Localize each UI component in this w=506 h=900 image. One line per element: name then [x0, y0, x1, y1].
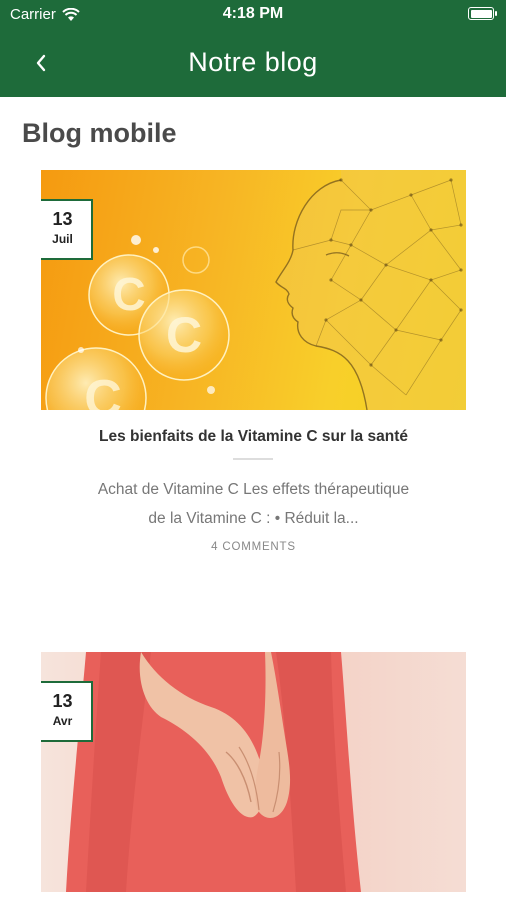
- excerpt-line: de la Vitamine C : • Réduit la...: [148, 510, 359, 527]
- date-badge: 13 Juil: [41, 199, 93, 260]
- pelvic-pain-illustration: [66, 652, 361, 892]
- svg-text:C: C: [84, 370, 122, 410]
- page-title: Notre blog: [188, 47, 318, 77]
- section-heading: Blog mobile: [22, 118, 177, 148]
- post-image[interactable]: 13 Avr: [41, 652, 466, 892]
- post-excerpt: Achat de Vitamine C Les effets thérapeut…: [31, 475, 476, 533]
- date-month: Juil: [52, 232, 73, 246]
- blog-post-card[interactable]: 13 Avr: [41, 652, 466, 900]
- app-header: Carrier 4:18 PM Notre blog: [0, 0, 506, 97]
- post-image-vitamin-c[interactable]: C C C 13 Juil: [41, 170, 466, 410]
- svg-text:C: C: [112, 268, 145, 320]
- status-bar: Carrier 4:18 PM: [0, 0, 506, 30]
- post-title[interactable]: Les bienfaits de la Vitamine C sur la sa…: [21, 428, 486, 446]
- vitamin-c-illustration: C C C: [45, 170, 466, 410]
- svg-text:C: C: [166, 307, 202, 363]
- date-day: 13: [52, 209, 73, 229]
- date-day: 13: [52, 691, 73, 711]
- battery-icon: [468, 7, 497, 20]
- excerpt-line: Achat de Vitamine C Les effets thérapeut…: [97, 481, 410, 498]
- date-badge: 13 Avr: [41, 681, 93, 742]
- blog-post-card[interactable]: C C C 13 Juil Les bienfaits de la Vitami…: [41, 170, 466, 570]
- nav-bar: Notre blog: [0, 38, 506, 90]
- clock: 4:18 PM: [222, 5, 284, 22]
- comments-link[interactable]: 4 COMMENTS: [41, 541, 466, 553]
- date-month: Avr: [52, 714, 73, 728]
- title-divider: [233, 458, 273, 460]
